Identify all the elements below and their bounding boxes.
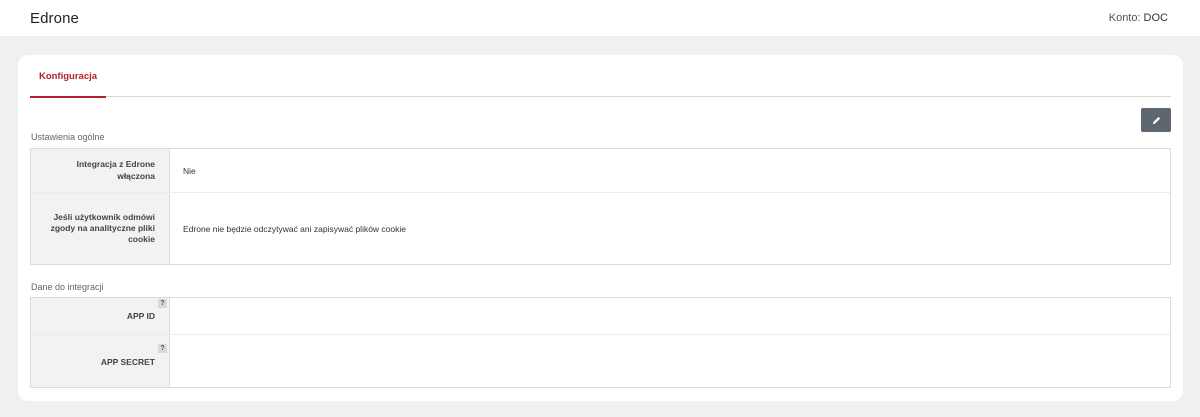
app-id-value: [170, 298, 1170, 334]
config-card: Konfiguracja Ustawienia ogólne Integracj…: [18, 55, 1183, 401]
section-title-general: Ustawienia ogólne: [31, 132, 105, 142]
tab-konfiguracja[interactable]: Konfiguracja: [30, 55, 106, 98]
table-row: ? APP ID: [31, 298, 1170, 335]
pencil-icon: [1152, 116, 1160, 124]
account-value: DOC: [1143, 12, 1168, 24]
section-title-integration: Dane do integracji: [31, 282, 104, 292]
app-secret-value: [170, 335, 1170, 387]
edit-button[interactable]: [1141, 108, 1171, 132]
row-value: Edrone nie będzie odczytywać ani zapisyw…: [183, 223, 407, 234]
table-row: Jeśli użytkownik odmówi zgody na anality…: [31, 193, 1170, 264]
table-row: Integracja z Edrone włączona Nie: [31, 149, 1170, 193]
tab-bar: Konfiguracja: [30, 55, 1171, 98]
page-title: Edrone: [30, 9, 79, 27]
help-icon[interactable]: ?: [158, 299, 167, 308]
row-label: ? APP SECRET: [31, 335, 170, 387]
row-label: Integracja z Edrone włączona: [31, 149, 170, 192]
table-row: ? APP SECRET: [31, 335, 1170, 387]
row-value: Nie: [183, 165, 196, 176]
account-label: Konto:: [1108, 12, 1141, 24]
row-label: Jeśli użytkownik odmówi zgody na anality…: [31, 193, 170, 264]
general-settings-table: Integracja z Edrone włączona Nie Jeśli u…: [30, 148, 1171, 265]
top-bar: Edrone Konto: DOC: [0, 0, 1200, 36]
account-info: Konto: DOC: [1109, 12, 1168, 24]
row-label: ? APP ID: [31, 298, 170, 334]
help-icon[interactable]: ?: [158, 344, 167, 353]
integration-data-table: ? APP ID ? APP SECRET: [30, 297, 1171, 388]
